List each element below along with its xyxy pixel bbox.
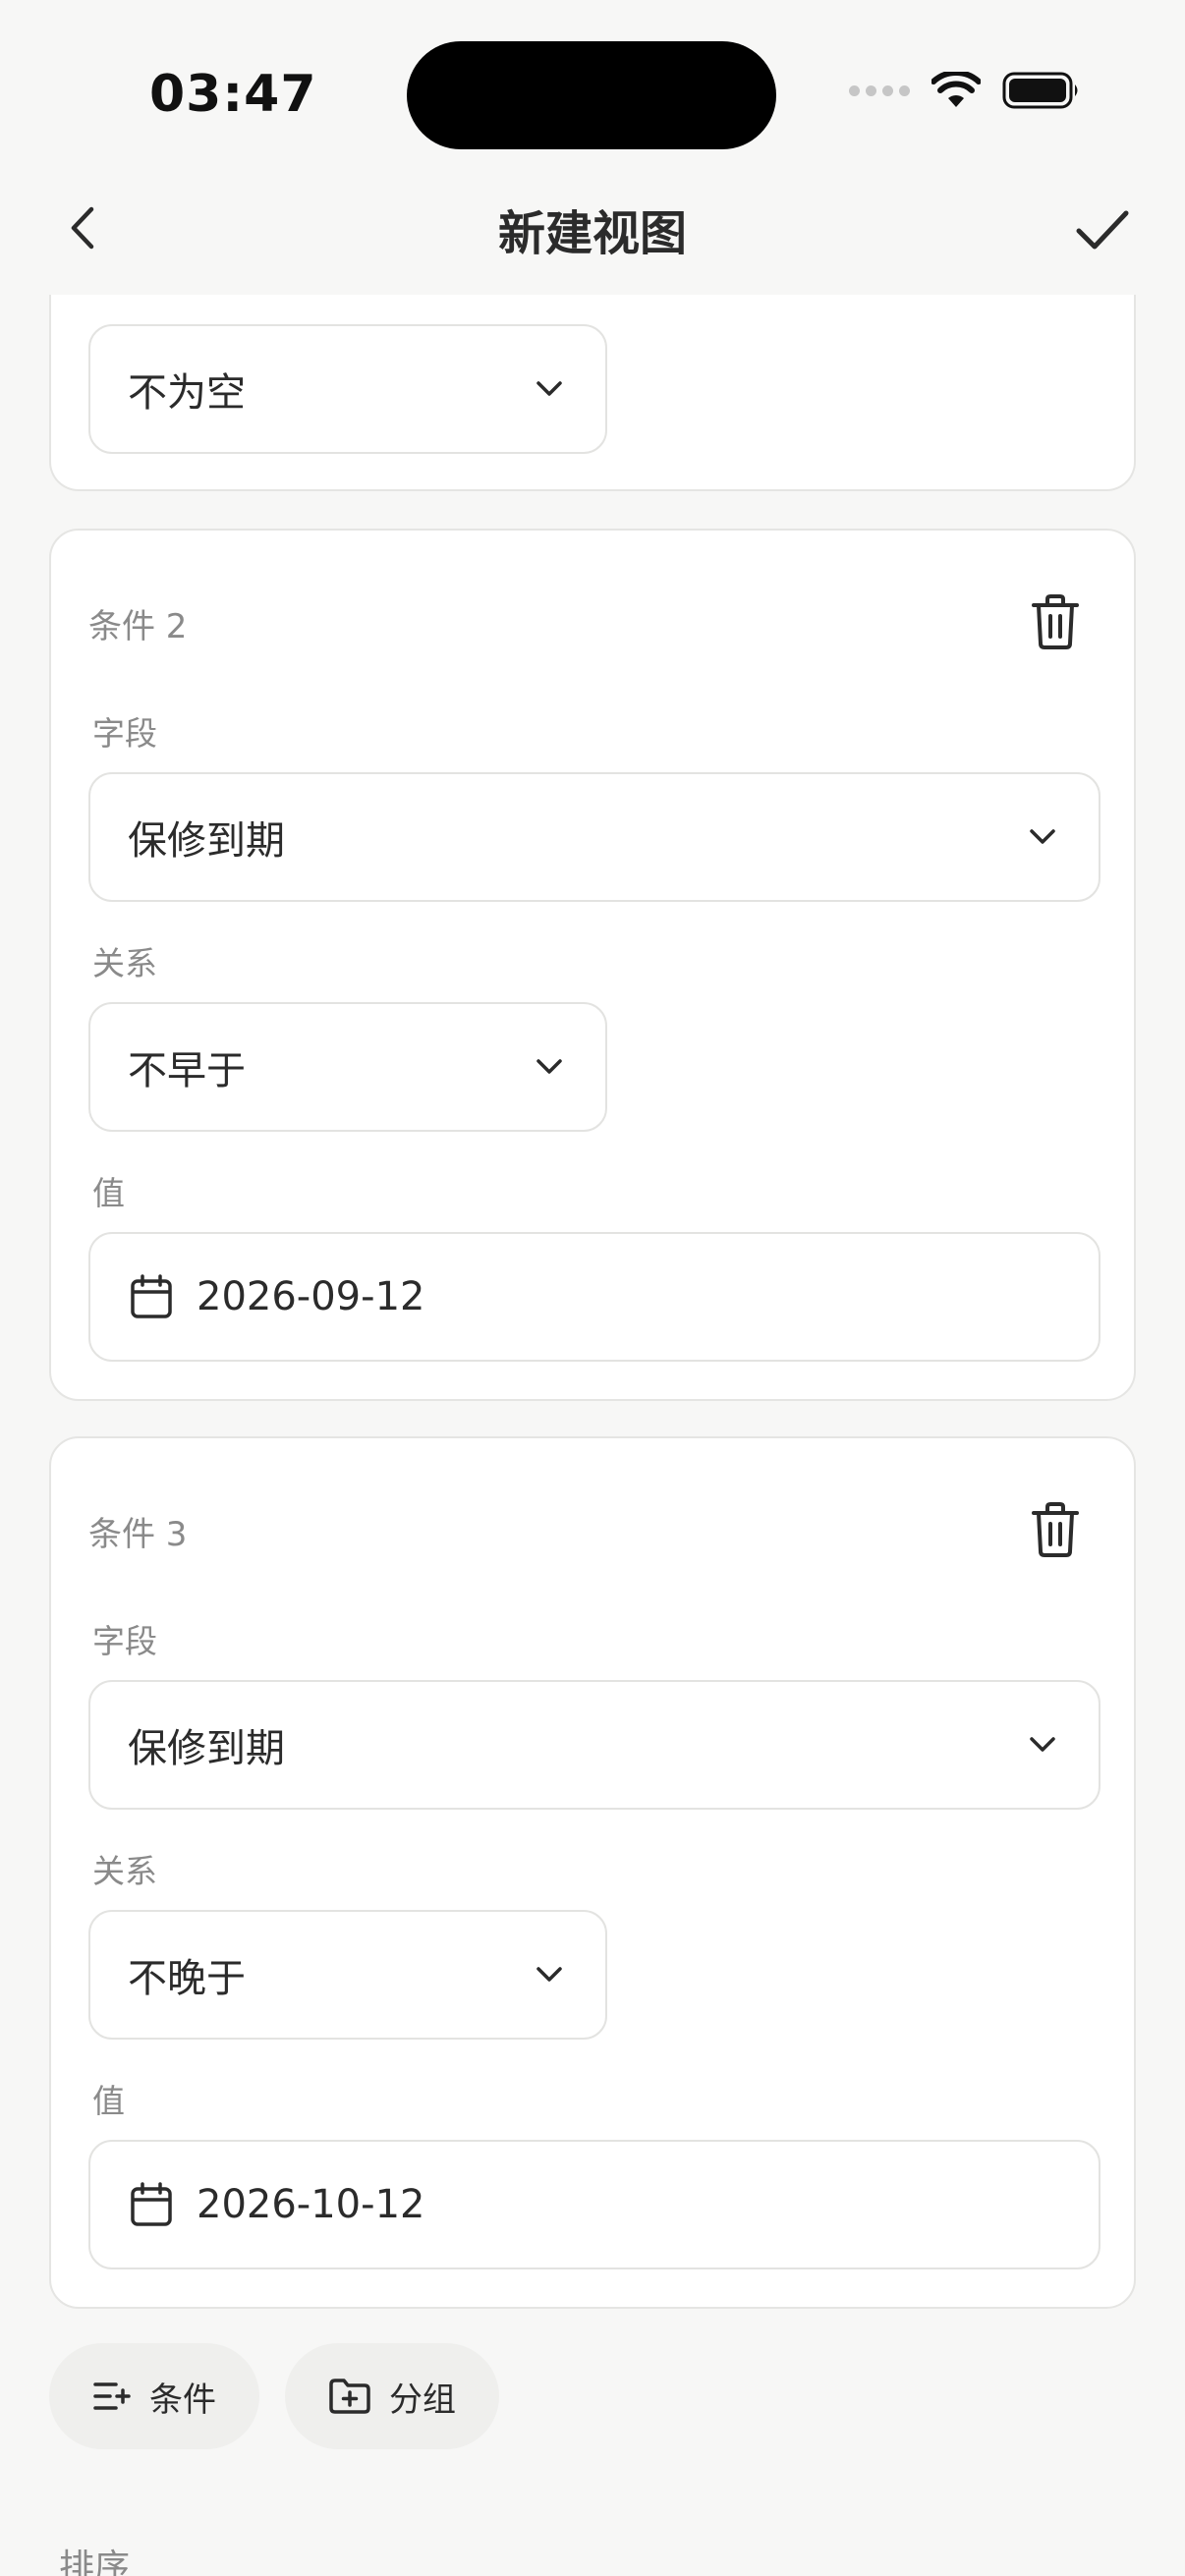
filter-actions: 条件 分组 <box>49 2343 499 2449</box>
folder-plus-icon <box>329 2379 370 2414</box>
add-group-label: 分组 <box>389 2380 456 2420</box>
field-select-value: 保修到期 <box>128 1726 285 1771</box>
value-label: 值 <box>92 1174 125 1212</box>
chevron-down-icon <box>1030 829 1055 844</box>
field-label: 字段 <box>92 714 157 753</box>
condition-title: 条件 3 <box>88 1515 188 1554</box>
signal-dots-icon <box>849 84 910 96</box>
calendar-icon <box>131 1274 172 1318</box>
add-condition-icon <box>93 2382 131 2410</box>
add-condition-button[interactable]: 条件 <box>49 2343 259 2449</box>
field-select[interactable]: 保修到期 <box>88 1680 1100 1810</box>
battery-icon <box>1002 72 1078 109</box>
page-title: 新建视图 <box>497 206 687 261</box>
chevron-down-icon <box>1030 1737 1055 1752</box>
status-icons <box>849 71 1081 110</box>
date-value-field[interactable]: 2026-10-12 <box>88 2140 1100 2269</box>
trash-icon[interactable] <box>1030 593 1081 650</box>
date-value-field[interactable]: 2026-09-12 <box>88 1232 1100 1362</box>
date-value: 2026-10-12 <box>197 2182 425 2227</box>
relation-label: 关系 <box>92 1852 157 1890</box>
condition-card-2: 条件 2 字段 保修到期 关系 不早于 值 2026-09-12 <box>49 529 1136 1401</box>
relation-label: 关系 <box>92 944 157 982</box>
relation-select-value: 不晚于 <box>128 1956 246 2001</box>
calendar-icon <box>131 2182 172 2226</box>
sort-section-label: 排序 <box>59 2548 131 2576</box>
field-select[interactable]: 保修到期 <box>88 772 1100 902</box>
dynamic-island <box>407 41 776 149</box>
add-condition-label: 条件 <box>149 2380 216 2420</box>
screen: 03:47 不为空 条件 2 字段 保修到期 关系 不早于 值 2026-09-… <box>0 0 1185 2576</box>
trash-icon[interactable] <box>1030 1501 1081 1558</box>
relation-select[interactable]: 不为空 <box>88 324 607 454</box>
add-group-button[interactable]: 分组 <box>285 2343 499 2449</box>
relation-select-value: 不为空 <box>128 370 246 416</box>
confirm-button[interactable] <box>1067 195 1138 265</box>
relation-select[interactable]: 不早于 <box>88 1002 607 1132</box>
field-label: 字段 <box>92 1622 157 1660</box>
chevron-down-icon <box>536 381 562 396</box>
date-value: 2026-09-12 <box>197 1274 425 1319</box>
field-select-value: 保修到期 <box>128 818 285 864</box>
wifi-icon <box>931 72 981 107</box>
chevron-down-icon <box>536 1967 562 1982</box>
value-label: 值 <box>92 2082 125 2120</box>
relation-select-value: 不早于 <box>128 1048 246 1093</box>
nav-bar: 新建视图 <box>0 167 1185 295</box>
condition-card-3: 条件 3 字段 保修到期 关系 不晚于 值 2026-10-12 <box>49 1436 1136 2309</box>
condition-title: 条件 2 <box>88 607 188 646</box>
status-time: 03:47 <box>149 65 317 124</box>
relation-select[interactable]: 不晚于 <box>88 1910 607 2040</box>
checkmark-icon <box>1076 210 1129 250</box>
chevron-down-icon <box>536 1059 562 1074</box>
